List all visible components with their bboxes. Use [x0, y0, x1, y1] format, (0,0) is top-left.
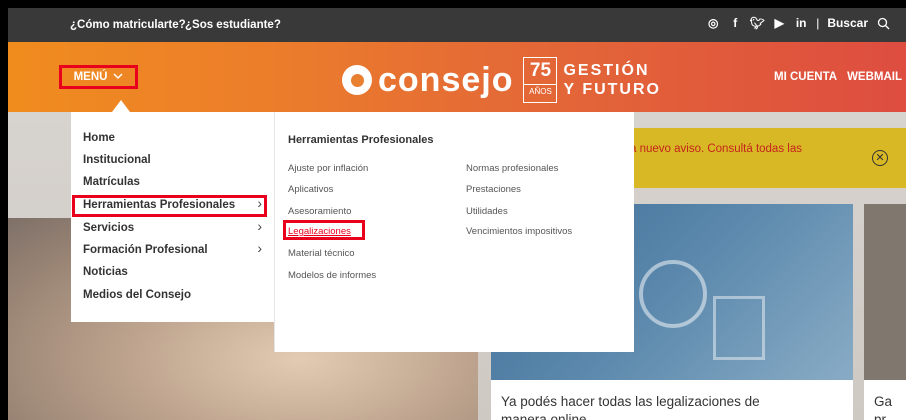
menu-button[interactable]: MENÚ — [59, 65, 138, 89]
main-menu-panel: Home Institucional Matrículas Herramient… — [71, 112, 274, 322]
check-circle-icon — [639, 260, 707, 328]
menu-item-home[interactable]: Home — [83, 132, 115, 144]
submenu-item-asesoramiento[interactable]: Asesoramiento — [288, 206, 351, 217]
document-icon — [713, 296, 765, 360]
logo-word: consejo — [378, 61, 514, 99]
site-header: MENÚ consejo 75 AÑOS GESTIÓN Y FUTURO MI… — [8, 42, 906, 112]
search-icon[interactable] — [876, 16, 890, 30]
how-to-register-link[interactable]: ¿Cómo matricularte? — [70, 19, 186, 31]
facebook-icon[interactable]: f — [728, 16, 742, 30]
news-card-2-title: Ga pr — [874, 393, 892, 420]
news-card-title-line1: Ya podés hacer todas las legalizaciones … — [501, 394, 760, 409]
submenu-item-material-tecnico[interactable]: Material técnico — [288, 248, 355, 259]
submenu-title: Herramientas Profesionales — [288, 134, 434, 146]
submenu-item-prestaciones[interactable]: Prestaciones — [466, 184, 521, 195]
twitter-icon[interactable]: 🐦︎ — [750, 16, 765, 30]
are-you-student-link[interactable]: ¿Sos estudiante? — [185, 19, 281, 31]
news-card-2-title-line2: pr — [874, 412, 887, 420]
highlight-box — [72, 195, 267, 217]
dropdown-caret — [112, 100, 130, 112]
instagram-icon[interactable]: ◎ — [706, 16, 720, 30]
menu-item-matriculas[interactable]: Matrículas — [83, 176, 140, 188]
top-bar: ¿Cómo matricularte? ¿Sos estudiante? ◎ f… — [8, 8, 906, 42]
webmail-link[interactable]: WEBMAIL — [847, 71, 902, 83]
anniversary-years: AÑOS — [524, 84, 557, 99]
anniversary-badge: 75 AÑOS — [523, 57, 558, 103]
site-logo[interactable]: consejo 75 AÑOS GESTIÓN Y FUTURO — [342, 57, 661, 103]
menu-item-institucional[interactable]: Institucional — [83, 154, 151, 166]
close-icon[interactable]: ✕ — [872, 150, 888, 166]
browser-viewport: ¿Cómo matricularte? ¿Sos estudiante? ◎ f… — [8, 8, 906, 420]
news-card-2-title-line1: Ga — [874, 394, 893, 409]
menu-item-servicios[interactable]: Servicios — [83, 222, 134, 234]
menu-item-noticias[interactable]: Noticias — [83, 266, 128, 278]
menu-item-formacion[interactable]: Formación Profesional — [83, 244, 208, 256]
news-card-title-line2: manera online — [501, 412, 587, 420]
highlight-box — [283, 220, 365, 240]
submenu-item-ajuste[interactable]: Ajuste por inflación — [288, 163, 368, 174]
logo-tagline-line2: Y FUTURO — [563, 81, 661, 98]
alert-text[interactable]: a nuevo aviso. Consultá todas las — [630, 142, 860, 157]
menu-dropdown: Home Institucional Matrículas Herramient… — [71, 112, 636, 352]
submenu-panel: Herramientas Profesionales Ajuste por in… — [274, 112, 634, 352]
logo-mark-icon — [342, 65, 372, 95]
submenu-item-modelos[interactable]: Modelos de informes — [288, 270, 376, 281]
youtube-icon[interactable]: ▶ — [772, 16, 786, 30]
menu-label: MENÚ — [73, 71, 108, 83]
separator: | — [816, 16, 820, 30]
top-bar-right: ◎ f 🐦︎ ▶ in | Buscar — [706, 16, 890, 30]
chevron-right-icon: › — [257, 240, 262, 256]
submenu-item-normas[interactable]: Normas profesionales — [466, 163, 558, 174]
menu-item-medios[interactable]: Medios del Consejo — [83, 289, 191, 301]
logo-tagline-line1: GESTIÓN — [563, 62, 650, 79]
submenu-item-vencimientos[interactable]: Vencimientos impositivos — [466, 226, 572, 237]
alert-banner: a nuevo aviso. Consultá todas las ✕ — [630, 128, 906, 188]
anniversary-number: 75 — [529, 60, 552, 81]
news-card-2-caption[interactable]: Ga pr — [864, 380, 906, 420]
chevron-right-icon: › — [257, 218, 262, 234]
logo-tagline: GESTIÓN Y FUTURO — [563, 61, 660, 99]
submenu-item-aplicativos[interactable]: Aplicativos — [288, 184, 333, 195]
linkedin-icon[interactable]: in — [794, 16, 808, 30]
header-links: MI CUENTA WEBMAIL — [774, 71, 902, 83]
chevron-down-icon — [113, 71, 123, 83]
my-account-link[interactable]: MI CUENTA — [774, 71, 837, 83]
search-label[interactable]: Buscar — [827, 16, 868, 30]
submenu-item-utilidades[interactable]: Utilidades — [466, 206, 508, 217]
news-card-caption[interactable]: Ya podés hacer todas las legalizaciones … — [491, 380, 853, 420]
news-card-title: Ya podés hacer todas las legalizaciones … — [501, 393, 760, 420]
